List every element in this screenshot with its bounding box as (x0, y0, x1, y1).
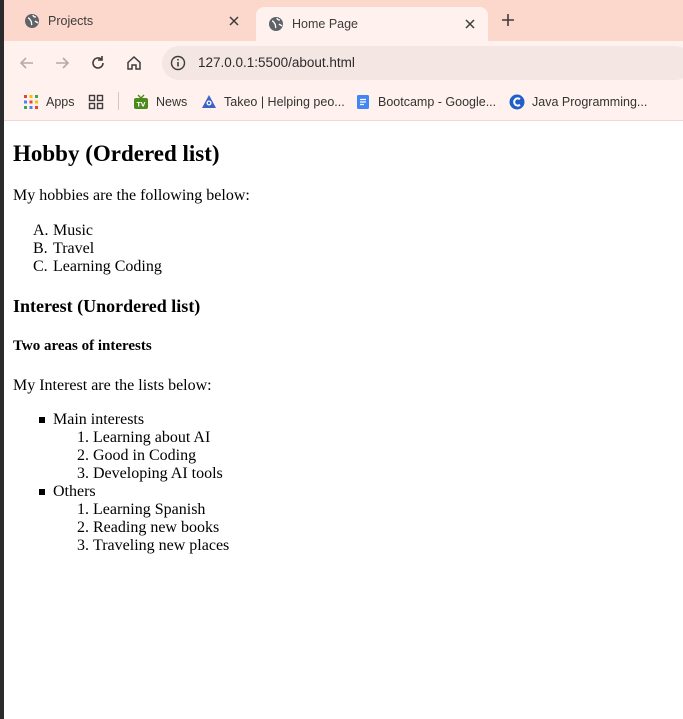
back-button[interactable] (17, 53, 37, 73)
list-marker: 3. (77, 537, 89, 554)
list-item-text: Reading new books (93, 519, 220, 536)
bookmark-apps[interactable]: Apps (23, 92, 75, 112)
plus-icon (502, 14, 514, 26)
nested-list: 1. Learning about AI 2. Good in Coding 3. D… (53, 429, 229, 483)
bookmarks-separator (118, 92, 119, 110)
list-item-text: Main interests (53, 411, 145, 428)
tab-title: Projects (48, 13, 94, 28)
page-content: Hobby (Ordered list) My hobbies are the … (4, 121, 683, 719)
bookmark-label: Java Programming... (532, 95, 648, 109)
list-item: Main interests 1. Learning about AI 2. Goo… (13, 411, 229, 483)
bookmark-java[interactable]: Java Programming... (509, 92, 647, 112)
home-icon (127, 55, 141, 70)
square-bullet-icon (39, 417, 45, 423)
hobbies-list: A. Music B. Travel C. Learning Coding (13, 222, 162, 276)
close-tab-icon[interactable] (226, 13, 242, 29)
takeo-icon (201, 94, 217, 110)
list-item-text: Learning about AI (93, 429, 211, 446)
bookmark-bootcamp[interactable]: Bootcamp - Google... (355, 92, 496, 112)
list-marker: 2. (77, 519, 89, 536)
new-tab-button[interactable] (498, 10, 518, 30)
list-item-text: Music (53, 222, 93, 239)
list-item-text: Traveling new places (93, 537, 230, 554)
forward-button[interactable] (52, 53, 72, 73)
browser-window: Projects Home Page 127.0.0.1:5500/about.… (4, 0, 683, 719)
bookmark-takeo[interactable]: Takeo | Helping peo... (201, 92, 345, 112)
java-c-icon (509, 94, 525, 110)
arrow-left-icon (19, 57, 33, 69)
tab-home-page[interactable]: Home Page (256, 7, 488, 41)
list-item-text: Developing AI tools (93, 465, 223, 482)
interest-subheading: Two areas of interests (13, 338, 152, 354)
bookmark-label: Apps (46, 95, 75, 109)
tab-projects[interactable]: Projects (12, 0, 252, 41)
address-bar[interactable]: 127.0.0.1:5500/about.html (162, 46, 683, 80)
bookmark-label: Bootcamp - Google... (378, 95, 497, 109)
home-button[interactable] (124, 53, 144, 73)
tab-groups-icon (88, 94, 104, 110)
bookmark-label: Takeo | Helping peo... (224, 95, 345, 109)
reload-button[interactable] (88, 53, 108, 73)
interests-list: Main interests 1. Learning about AI 2. Goo… (13, 411, 229, 555)
list-marker: C. (33, 258, 48, 275)
globe-icon (24, 13, 40, 29)
list-item: 3. Developing AI tools (53, 465, 229, 483)
list-item-text: Good in Coding (93, 447, 197, 464)
bookmarks-bar: Apps TV News Takeo | Helping peo... Boot… (4, 85, 683, 121)
bookmark-label: News (156, 95, 188, 109)
reload-icon (92, 56, 104, 69)
globe-icon (268, 16, 284, 32)
svg-text:TV: TV (137, 102, 146, 109)
list-item: C. Learning Coding (13, 258, 162, 276)
list-item: 2. Reading new books (53, 519, 229, 537)
toolbar: 127.0.0.1:5500/about.html (4, 41, 683, 85)
list-item-text: Travel (53, 240, 95, 257)
interest-heading: Interest (Unordered list) (13, 296, 201, 316)
list-marker: 2. (77, 447, 89, 464)
list-item-text: Learning Coding (53, 258, 162, 275)
tab-strip: Projects Home Page (4, 0, 683, 41)
google-docs-icon (355, 94, 371, 110)
bookmark-news[interactable]: TV News (133, 92, 187, 112)
apps-grid-icon (23, 94, 39, 110)
tv-icon: TV (133, 94, 149, 110)
site-info-icon[interactable] (170, 55, 186, 71)
list-marker: 1. (77, 429, 89, 446)
list-marker: 3. (77, 465, 89, 482)
list-marker: 1. (77, 501, 89, 518)
interest-intro: My Interest are the lists below: (13, 377, 212, 394)
list-item: 1. Learning Spanish (53, 501, 229, 519)
hobbies-intro: My hobbies are the following below: (13, 187, 250, 204)
list-item: 1. Learning about AI (53, 429, 229, 447)
list-item: 3. Traveling new places (53, 537, 229, 555)
nested-list: 1. Learning Spanish 2. Reading new books 3… (53, 501, 229, 555)
url-text: 127.0.0.1:5500/about.html (198, 55, 355, 70)
arrow-right-icon (56, 57, 70, 69)
list-item: A. Music (13, 222, 162, 240)
list-item: Others 1. Learning Spanish 2. Reading new … (13, 483, 229, 555)
list-item: 2. Good in Coding (53, 447, 229, 465)
square-bullet-icon (39, 489, 45, 495)
list-item-text: Learning Spanish (93, 501, 206, 518)
list-item: B. Travel (13, 240, 162, 258)
page-heading: Hobby (Ordered list) (13, 141, 220, 166)
list-item-text: Others (53, 483, 96, 500)
bookmark-tab-groups[interactable] (88, 92, 111, 112)
tab-title: Home Page (292, 17, 359, 31)
list-marker: A. (33, 222, 49, 239)
list-marker: B. (33, 240, 48, 257)
close-tab-icon[interactable] (462, 16, 478, 32)
